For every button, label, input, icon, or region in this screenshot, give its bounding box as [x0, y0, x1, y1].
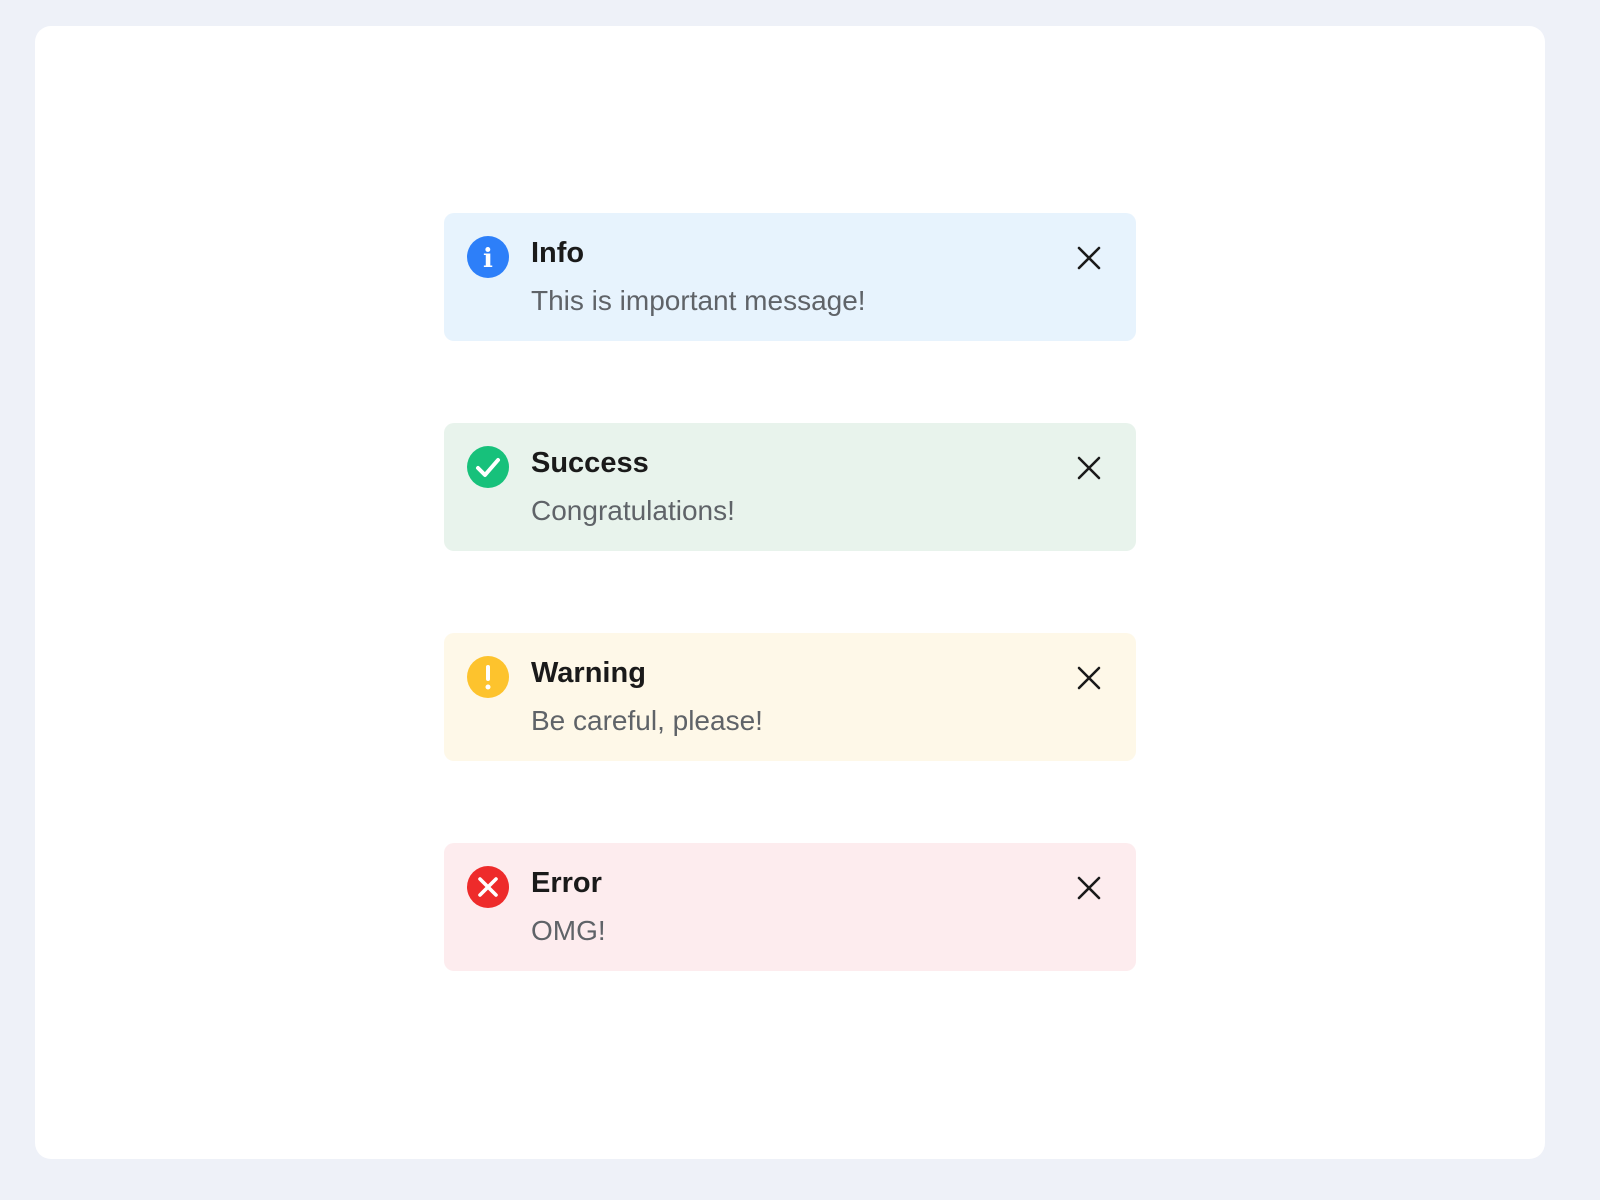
- alerts-card: i Info This is important message! Succes…: [35, 26, 1545, 1159]
- exclamation-icon: [467, 656, 509, 698]
- info-icon: i: [467, 236, 509, 278]
- svg-text:i: i: [483, 244, 493, 274]
- close-icon[interactable]: [1074, 453, 1104, 483]
- x-circle-icon: [467, 866, 509, 908]
- alert-message: This is important message!: [531, 285, 866, 316]
- close-icon[interactable]: [1074, 663, 1104, 693]
- close-icon[interactable]: [1074, 243, 1104, 273]
- alert-title: Info: [531, 237, 585, 269]
- alert-message: Congratulations!: [531, 495, 735, 526]
- alert-message: Be careful, please!: [531, 705, 763, 736]
- alert-warning: Warning Be careful, please!: [444, 633, 1136, 761]
- alert-title: Warning: [531, 657, 646, 689]
- close-icon[interactable]: [1074, 873, 1104, 903]
- alert-title: Error: [531, 867, 602, 899]
- alert-info: i Info This is important message!: [444, 213, 1136, 341]
- alert-message: OMG!: [531, 915, 606, 946]
- alert-error: Error OMG!: [444, 843, 1136, 971]
- check-circle-icon: [467, 446, 509, 488]
- alert-success: Success Congratulations!: [444, 423, 1136, 551]
- alert-title: Success: [531, 447, 649, 479]
